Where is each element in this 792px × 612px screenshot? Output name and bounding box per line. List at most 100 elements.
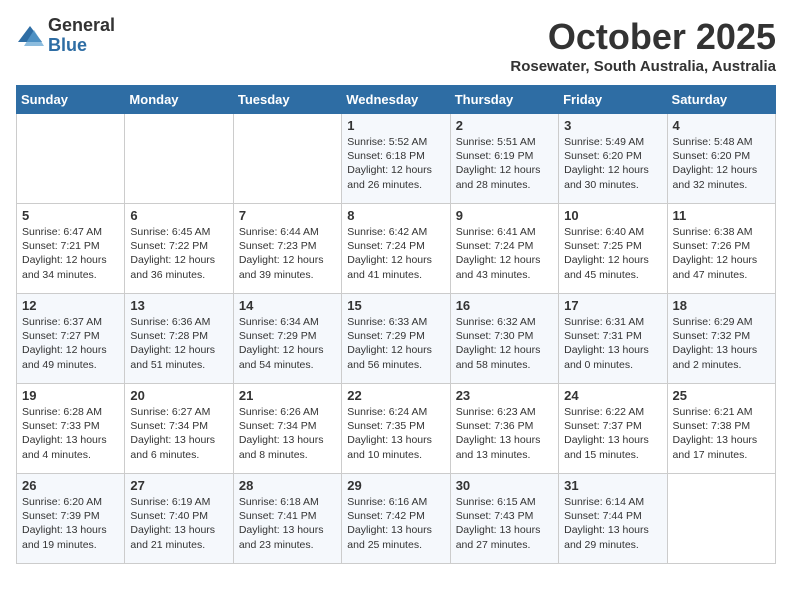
header-row: Sunday Monday Tuesday Wednesday Thursday… bbox=[17, 86, 776, 114]
col-monday: Monday bbox=[125, 86, 233, 114]
table-row: 29 Sunrise: 6:16 AM Sunset: 7:42 PM Dayli… bbox=[342, 474, 450, 564]
table-row bbox=[667, 474, 775, 564]
day-info: Sunrise: 6:31 AM Sunset: 7:31 PM Dayligh… bbox=[564, 315, 661, 372]
table-row: 4 Sunrise: 5:48 AM Sunset: 6:20 PM Daylig… bbox=[667, 114, 775, 204]
day-number: 18 bbox=[673, 298, 770, 313]
table-row: 13 Sunrise: 6:36 AM Sunset: 7:28 PM Dayli… bbox=[125, 294, 233, 384]
day-number: 1 bbox=[347, 118, 444, 133]
table-row: 31 Sunrise: 6:14 AM Sunset: 7:44 PM Dayli… bbox=[559, 474, 667, 564]
day-info: Sunrise: 6:18 AM Sunset: 7:41 PM Dayligh… bbox=[239, 495, 336, 552]
table-row: 11 Sunrise: 6:38 AM Sunset: 7:26 PM Dayli… bbox=[667, 204, 775, 294]
day-number: 22 bbox=[347, 388, 444, 403]
table-row: 20Sunrise: 6:27 AM Sunset: 7:34 PM Dayli… bbox=[125, 384, 233, 474]
day-number: 6 bbox=[130, 208, 227, 223]
table-row: 10Sunrise: 6:40 AM Sunset: 7:25 PM Dayli… bbox=[559, 204, 667, 294]
day-info: Sunrise: 6:14 AM Sunset: 7:44 PM Dayligh… bbox=[564, 495, 661, 552]
day-number: 26 bbox=[22, 478, 119, 493]
logo: General Blue bbox=[16, 16, 115, 56]
day-number: 28 bbox=[239, 478, 336, 493]
day-number: 8 bbox=[347, 208, 444, 223]
day-info: Sunrise: 6:40 AM Sunset: 7:25 PM Dayligh… bbox=[564, 225, 661, 282]
col-tuesday: Tuesday bbox=[233, 86, 341, 114]
day-info: Sunrise: 6:45 AM Sunset: 7:22 PM Dayligh… bbox=[130, 225, 227, 282]
table-row: 26 Sunrise: 6:20 AM Sunset: 7:39 PM Dayli… bbox=[17, 474, 125, 564]
location: Rosewater, South Australia, Australia bbox=[510, 58, 776, 75]
day-number: 30 bbox=[456, 478, 553, 493]
day-number: 20 bbox=[130, 388, 227, 403]
table-row: 23Sunrise: 6:23 AM Sunset: 7:36 PM Dayli… bbox=[450, 384, 558, 474]
day-info: Sunrise: 5:48 AM Sunset: 6:20 PM Dayligh… bbox=[673, 135, 770, 192]
day-number: 12 bbox=[22, 298, 119, 313]
table-row: 14 Sunrise: 6:34 AM Sunset: 7:29 PM Dayli… bbox=[233, 294, 341, 384]
table-row: 21 Sunrise: 6:26 AM Sunset: 7:34 PM Dayli… bbox=[233, 384, 341, 474]
day-info: Sunrise: 6:24 AM Sunset: 7:35 PM Dayligh… bbox=[347, 405, 444, 462]
day-number: 4 bbox=[673, 118, 770, 133]
day-info: Sunrise: 6:26 AM Sunset: 7:34 PM Dayligh… bbox=[239, 405, 336, 462]
table-row: 5Sunrise: 6:47 AM Sunset: 7:21 PM Daylig… bbox=[17, 204, 125, 294]
day-info: Sunrise: 6:29 AM Sunset: 7:32 PM Dayligh… bbox=[673, 315, 770, 372]
table-row bbox=[233, 114, 341, 204]
day-info: Sunrise: 6:47 AM Sunset: 7:21 PM Dayligh… bbox=[22, 225, 119, 282]
table-row: 15 Sunrise: 6:33 AM Sunset: 7:29 PM Dayli… bbox=[342, 294, 450, 384]
table-row: 1 Sunrise: 5:52 AM Sunset: 6:18 PM Daylig… bbox=[342, 114, 450, 204]
logo-icon bbox=[16, 22, 44, 50]
day-info: Sunrise: 6:41 AM Sunset: 7:24 PM Dayligh… bbox=[456, 225, 553, 282]
day-number: 16 bbox=[456, 298, 553, 313]
col-thursday: Thursday bbox=[450, 86, 558, 114]
table-row bbox=[125, 114, 233, 204]
day-info: Sunrise: 6:28 AM Sunset: 7:33 PM Dayligh… bbox=[22, 405, 119, 462]
table-row bbox=[17, 114, 125, 204]
day-info: Sunrise: 6:32 AM Sunset: 7:30 PM Dayligh… bbox=[456, 315, 553, 372]
day-number: 7 bbox=[239, 208, 336, 223]
table-row: 22 Sunrise: 6:24 AM Sunset: 7:35 PM Dayli… bbox=[342, 384, 450, 474]
col-friday: Friday bbox=[559, 86, 667, 114]
table-row: 6 Sunrise: 6:45 AM Sunset: 7:22 PM Daylig… bbox=[125, 204, 233, 294]
table-row: 3Sunrise: 5:49 AM Sunset: 6:20 PM Daylig… bbox=[559, 114, 667, 204]
table-row: 24Sunrise: 6:22 AM Sunset: 7:37 PM Dayli… bbox=[559, 384, 667, 474]
calendar-row: 5Sunrise: 6:47 AM Sunset: 7:21 PM Daylig… bbox=[17, 204, 776, 294]
table-row: 25 Sunrise: 6:21 AM Sunset: 7:38 PM Dayli… bbox=[667, 384, 775, 474]
day-number: 24 bbox=[564, 388, 661, 403]
col-sunday: Sunday bbox=[17, 86, 125, 114]
table-row: 18 Sunrise: 6:29 AM Sunset: 7:32 PM Dayli… bbox=[667, 294, 775, 384]
col-wednesday: Wednesday bbox=[342, 86, 450, 114]
table-row: 7 Sunrise: 6:44 AM Sunset: 7:23 PM Daylig… bbox=[233, 204, 341, 294]
table-row: 9 Sunrise: 6:41 AM Sunset: 7:24 PM Daylig… bbox=[450, 204, 558, 294]
day-info: Sunrise: 6:34 AM Sunset: 7:29 PM Dayligh… bbox=[239, 315, 336, 372]
day-info: Sunrise: 6:16 AM Sunset: 7:42 PM Dayligh… bbox=[347, 495, 444, 552]
calendar-row: 26 Sunrise: 6:20 AM Sunset: 7:39 PM Dayli… bbox=[17, 474, 776, 564]
day-info: Sunrise: 6:44 AM Sunset: 7:23 PM Dayligh… bbox=[239, 225, 336, 282]
day-number: 17 bbox=[564, 298, 661, 313]
calendar-row: 19 Sunrise: 6:28 AM Sunset: 7:33 PM Dayli… bbox=[17, 384, 776, 474]
day-number: 13 bbox=[130, 298, 227, 313]
day-number: 14 bbox=[239, 298, 336, 313]
table-row: 16 Sunrise: 6:32 AM Sunset: 7:30 PM Dayli… bbox=[450, 294, 558, 384]
calendar-body: 1 Sunrise: 5:52 AM Sunset: 6:18 PM Daylig… bbox=[17, 114, 776, 564]
day-info: Sunrise: 6:15 AM Sunset: 7:43 PM Dayligh… bbox=[456, 495, 553, 552]
day-info: Sunrise: 6:33 AM Sunset: 7:29 PM Dayligh… bbox=[347, 315, 444, 372]
day-number: 9 bbox=[456, 208, 553, 223]
calendar-table: Sunday Monday Tuesday Wednesday Thursday… bbox=[16, 85, 776, 564]
day-info: Sunrise: 6:19 AM Sunset: 7:40 PM Dayligh… bbox=[130, 495, 227, 552]
day-number: 19 bbox=[22, 388, 119, 403]
day-info: Sunrise: 5:52 AM Sunset: 6:18 PM Dayligh… bbox=[347, 135, 444, 192]
day-number: 25 bbox=[673, 388, 770, 403]
day-info: Sunrise: 6:37 AM Sunset: 7:27 PM Dayligh… bbox=[22, 315, 119, 372]
table-row: 30 Sunrise: 6:15 AM Sunset: 7:43 PM Dayli… bbox=[450, 474, 558, 564]
table-row: 28 Sunrise: 6:18 AM Sunset: 7:41 PM Dayli… bbox=[233, 474, 341, 564]
table-row: 2Sunrise: 5:51 AM Sunset: 6:19 PM Daylig… bbox=[450, 114, 558, 204]
day-number: 11 bbox=[673, 208, 770, 223]
day-info: Sunrise: 6:23 AM Sunset: 7:36 PM Dayligh… bbox=[456, 405, 553, 462]
table-row: 19 Sunrise: 6:28 AM Sunset: 7:33 PM Dayli… bbox=[17, 384, 125, 474]
day-info: Sunrise: 6:20 AM Sunset: 7:39 PM Dayligh… bbox=[22, 495, 119, 552]
day-info: Sunrise: 6:21 AM Sunset: 7:38 PM Dayligh… bbox=[673, 405, 770, 462]
day-info: Sunrise: 6:38 AM Sunset: 7:26 PM Dayligh… bbox=[673, 225, 770, 282]
day-number: 31 bbox=[564, 478, 661, 493]
day-info: Sunrise: 6:42 AM Sunset: 7:24 PM Dayligh… bbox=[347, 225, 444, 282]
day-number: 15 bbox=[347, 298, 444, 313]
day-info: Sunrise: 6:36 AM Sunset: 7:28 PM Dayligh… bbox=[130, 315, 227, 372]
col-saturday: Saturday bbox=[667, 86, 775, 114]
day-number: 21 bbox=[239, 388, 336, 403]
day-number: 29 bbox=[347, 478, 444, 493]
table-row: 17 Sunrise: 6:31 AM Sunset: 7:31 PM Dayli… bbox=[559, 294, 667, 384]
